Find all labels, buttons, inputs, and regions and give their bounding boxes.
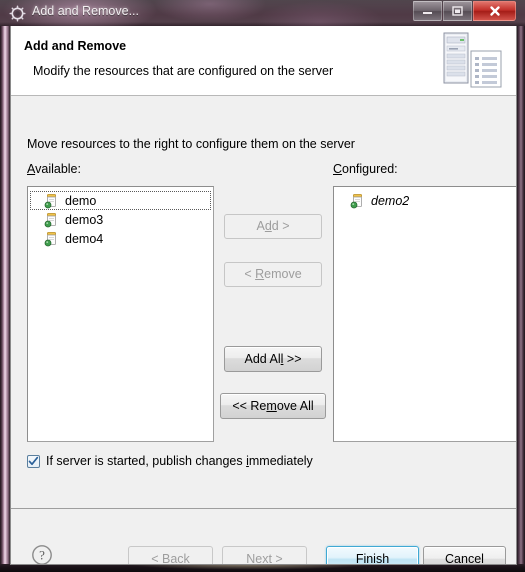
window-title: Add and Remove... — [32, 4, 140, 18]
list-item[interactable]: demo3 — [30, 210, 211, 229]
available-label-rest: vailable: — [35, 162, 81, 176]
page-title: Add and Remove — [24, 39, 127, 53]
publish-immediately-label: If server is started, publish changes im… — [46, 454, 313, 468]
cancel-button[interactable]: Cancel — [423, 546, 506, 565]
close-icon — [474, 2, 515, 20]
wizard-header: Add and Remove Modify the resources that… — [11, 26, 516, 96]
configured-label-mnemonic: C — [333, 162, 343, 176]
back-button[interactable]: < Back — [128, 546, 213, 565]
cancel-button-label: Cancel — [445, 552, 484, 565]
close-button[interactable] — [473, 1, 516, 21]
footer-separator — [11, 508, 516, 509]
list-item[interactable]: demo4 — [30, 229, 211, 248]
list-item-label: demo3 — [65, 212, 104, 227]
list-item[interactable]: demo — [30, 191, 211, 210]
jar-module-icon — [44, 212, 60, 228]
remove-button-label-post: emove — [264, 267, 302, 281]
list-item-label: demo2 — [371, 193, 410, 208]
add-button-label-pre: A — [256, 219, 265, 233]
available-label: Available: — [27, 162, 81, 176]
finish-button-label-post: inish — [363, 552, 390, 565]
add-button[interactable]: Add > — [224, 214, 322, 239]
page-description: Modify the resources that are configured… — [33, 64, 334, 78]
add-all-button[interactable]: Add All >> — [224, 346, 322, 372]
add-all-button-label-post: >> — [283, 352, 302, 366]
back-button-label-post: ack — [170, 552, 190, 565]
list-item-label: demo — [65, 193, 97, 208]
dialog-window: Add and Remove... Add and Remove Modify … — [0, 0, 525, 572]
jar-module-icon — [44, 193, 60, 209]
remove-all-button-mnemonic: m — [266, 399, 277, 413]
jar-module-icon — [350, 193, 366, 209]
list-item[interactable]: demo2 — [336, 191, 516, 210]
list-item-label: demo4 — [65, 231, 104, 246]
remove-button-label-pre: < — [244, 267, 256, 281]
instruction-text: Move resources to the right to configure… — [27, 137, 355, 151]
help-question-icon[interactable]: ? — [31, 544, 53, 564]
next-button[interactable]: Next > — [222, 546, 307, 565]
available-label-mnemonic: A — [27, 162, 36, 176]
title-bar[interactable]: Add and Remove... — [0, 0, 525, 28]
configured-label-rest: onfigured: — [342, 162, 398, 176]
window-frame-bottom — [0, 564, 525, 572]
window-frame-right — [517, 26, 525, 566]
next-button-mnemonic: N — [246, 552, 256, 565]
add-button-mnemonic: d — [264, 219, 272, 233]
publish-immediately-checkbox[interactable] — [27, 454, 40, 468]
checkmark-icon — [28, 456, 39, 465]
svg-text:?: ? — [39, 548, 45, 563]
dialog-client-area: Add and Remove Modify the resources that… — [10, 26, 517, 565]
available-list[interactable]: demo demo3 demo4 — [27, 186, 214, 442]
remove-all-button-label-pre: << Re — [232, 399, 267, 413]
minimize-icon — [414, 2, 441, 20]
publish-immediately-row[interactable]: If server is started, publish changes im… — [27, 454, 313, 468]
window-frame-left — [0, 26, 10, 566]
remove-all-button-label-post: ove All — [276, 399, 314, 413]
next-button-label-post: ext > — [255, 552, 283, 565]
checkbox-label-post: mmediately — [248, 454, 313, 468]
maximize-button[interactable] — [443, 1, 472, 21]
server-document-icon — [438, 29, 508, 91]
jar-module-icon — [44, 231, 60, 247]
minimize-button[interactable] — [413, 1, 442, 21]
configured-label: Configured: — [333, 162, 398, 176]
configured-list[interactable]: demo2 — [333, 186, 516, 442]
add-button-label-post: d > — [271, 219, 290, 233]
gear-icon — [9, 5, 26, 22]
finish-button[interactable]: Finish — [326, 546, 419, 565]
add-all-button-label-pre: Add Al — [244, 352, 281, 366]
remove-button-mnemonic: R — [255, 267, 265, 281]
maximize-icon — [444, 2, 471, 20]
checkbox-label-pre: If server is started, publish changes — [46, 454, 247, 468]
back-button-label-pre: < — [151, 552, 162, 565]
remove-button[interactable]: < Remove — [224, 262, 322, 287]
remove-all-button[interactable]: << Remove All — [220, 393, 326, 419]
